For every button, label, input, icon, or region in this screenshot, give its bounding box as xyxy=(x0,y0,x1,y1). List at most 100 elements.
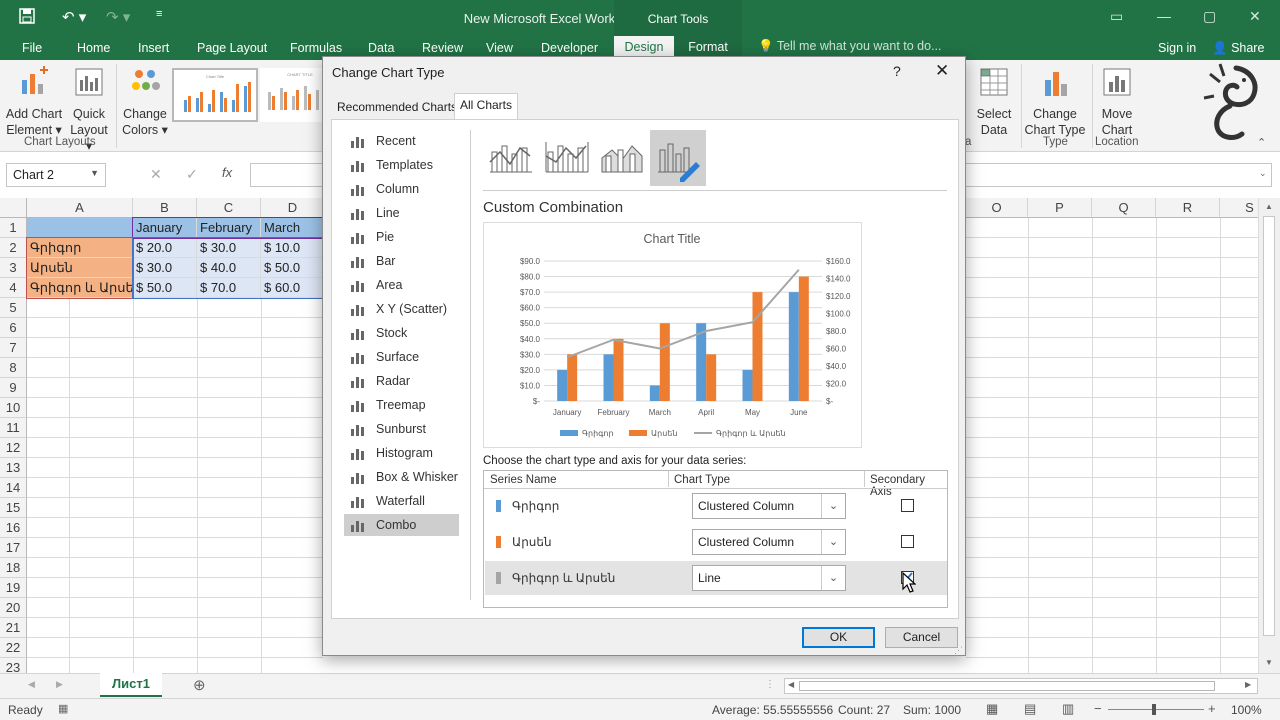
move-chart-button[interactable]: Move Chart xyxy=(1094,62,1140,138)
add-sheet-icon[interactable]: ⊕ xyxy=(193,676,206,694)
row-header[interactable]: 22 xyxy=(0,638,27,658)
add-chart-element-button[interactable]: Add Chart Element ▾ xyxy=(4,62,64,138)
chart-category-bar[interactable]: Bar xyxy=(344,250,459,272)
insert-function-icon[interactable]: fx xyxy=(222,165,232,180)
row-header[interactable]: 19 xyxy=(0,578,27,598)
ribbon-display-icon[interactable]: ▭ xyxy=(1110,8,1123,25)
hscroll-thumb[interactable] xyxy=(799,681,1215,691)
chart-type-dropdown[interactable]: Clustered Column ⌄ xyxy=(692,529,846,555)
row-header[interactable]: 1 xyxy=(0,218,27,238)
row-header[interactable]: 2 xyxy=(0,238,27,258)
chart-category-surface[interactable]: Surface xyxy=(344,346,459,368)
zoom-in-icon[interactable]: + xyxy=(1208,701,1216,716)
chevron-down-icon[interactable]: ⌄ xyxy=(821,494,845,518)
split-handle-icon[interactable]: ⋮ xyxy=(765,679,775,690)
enter-formula-icon[interactable]: ✓ xyxy=(186,166,198,183)
column-header-q[interactable]: Q xyxy=(1092,198,1156,218)
ok-button[interactable]: OK xyxy=(802,627,875,648)
close-dialog-button[interactable]: ✕ xyxy=(935,61,949,81)
row-header[interactable]: 18 xyxy=(0,558,27,578)
chart-category-sunburst[interactable]: Sunburst xyxy=(344,418,459,440)
tab-page-layout[interactable]: Page Layout xyxy=(193,39,271,60)
cancel-button[interactable]: Cancel xyxy=(885,627,958,648)
row-header[interactable]: 23 xyxy=(0,658,27,673)
row-header[interactable]: 14 xyxy=(0,478,27,498)
row-header[interactable]: 6 xyxy=(0,318,27,338)
zoom-level[interactable]: 100% xyxy=(1231,703,1262,717)
minimize-icon[interactable]: — xyxy=(1157,8,1171,24)
prev-sheet-icon[interactable]: ◀ xyxy=(28,679,35,690)
cancel-formula-icon[interactable]: ✕ xyxy=(150,166,162,183)
column-header-o[interactable]: O xyxy=(966,198,1028,218)
row-header[interactable]: 15 xyxy=(0,498,27,518)
combo-column-line-secondary-button[interactable] xyxy=(538,130,594,186)
help-button[interactable]: ? xyxy=(893,63,901,79)
select-data-button[interactable]: Select Data xyxy=(972,62,1016,138)
row-header[interactable]: 21 xyxy=(0,618,27,638)
resize-grip-icon[interactable]: ⋰ xyxy=(954,645,963,656)
tab-recommended-charts[interactable]: Recommended Charts xyxy=(331,95,463,119)
empty-cells[interactable] xyxy=(966,218,1258,673)
secondary-axis-checkbox[interactable] xyxy=(901,499,914,512)
zoom-slider[interactable] xyxy=(1108,709,1204,710)
chart-category-area[interactable]: Area xyxy=(344,274,459,296)
row-header[interactable]: 5 xyxy=(0,298,27,318)
scroll-right-icon[interactable]: ▶ xyxy=(1245,680,1251,689)
column-header-d[interactable]: D xyxy=(261,198,325,218)
chart-category-waterfall[interactable]: Waterfall xyxy=(344,490,459,512)
cell-a1[interactable] xyxy=(27,218,133,238)
chart-category-x-y-scatter[interactable]: X Y (Scatter) xyxy=(344,298,459,320)
chart-type-dropdown[interactable]: Clustered Column ⌄ xyxy=(692,493,846,519)
name-box[interactable]: Chart 2 ▼ xyxy=(6,163,106,187)
vertical-scrollbar[interactable]: ▲ ▼ xyxy=(1258,198,1280,673)
zoom-out-icon[interactable]: − xyxy=(1094,701,1102,716)
macro-record-icon[interactable]: ▦ xyxy=(58,702,68,715)
chart-category-combo[interactable]: Combo xyxy=(344,514,459,536)
page-layout-view-icon[interactable]: ▤ xyxy=(1024,701,1036,717)
chevron-down-icon[interactable]: ▼ xyxy=(90,168,99,178)
chevron-down-icon[interactable]: ⌄ xyxy=(821,566,845,590)
chart-category-templates[interactable]: Templates xyxy=(344,154,459,176)
expand-formula-bar-icon[interactable]: ⌄ xyxy=(1259,168,1267,179)
row-header[interactable]: 8 xyxy=(0,358,27,378)
row-header[interactable]: 7 xyxy=(0,338,27,358)
chart-category-line[interactable]: Line xyxy=(344,202,459,224)
chart-category-stock[interactable]: Stock xyxy=(344,322,459,344)
combo-clustered-column-line-button[interactable] xyxy=(482,130,538,186)
zoom-slider-thumb[interactable] xyxy=(1152,704,1156,715)
horizontal-scrollbar[interactable]: ◀ ▶ xyxy=(784,678,1258,694)
scroll-left-icon[interactable]: ◀ xyxy=(788,680,794,689)
row-header[interactable]: 12 xyxy=(0,438,27,458)
chart-category-box-whisker[interactable]: Box & Whisker xyxy=(344,466,459,488)
chart-style-2-thumbnail[interactable]: CHART TITLE xyxy=(260,68,322,122)
secondary-axis-checkbox[interactable] xyxy=(901,535,914,548)
tab-home[interactable]: Home xyxy=(73,39,114,60)
row-header[interactable]: 17 xyxy=(0,538,27,558)
scroll-up-icon[interactable]: ▲ xyxy=(1265,202,1273,211)
close-window-icon[interactable]: ✕ xyxy=(1249,8,1261,25)
collapse-ribbon-icon[interactable]: ⌃ xyxy=(1257,136,1266,149)
column-header-a[interactable]: A xyxy=(27,198,133,218)
tell-me-box[interactable]: 💡 Tell me what you want to do... xyxy=(758,39,942,54)
row-header[interactable]: 3 xyxy=(0,258,27,278)
sheet-tab-list1[interactable]: Лист1 xyxy=(100,673,162,697)
row-header[interactable]: 4 xyxy=(0,278,27,298)
chart-type-dropdown[interactable]: Line ⌄ xyxy=(692,565,846,591)
scrollbar-thumb[interactable] xyxy=(1263,216,1275,636)
series-row[interactable]: Գրիգոր և Արսեն Line ⌄ xyxy=(485,561,947,595)
row-header[interactable]: 20 xyxy=(0,598,27,618)
chart-style-1-thumbnail[interactable]: Chart Title xyxy=(172,68,258,122)
page-break-view-icon[interactable]: ▥ xyxy=(1062,701,1074,717)
series-row[interactable]: Գրիգոր Clustered Column ⌄ xyxy=(485,489,947,523)
chart-category-radar[interactable]: Radar xyxy=(344,370,459,392)
column-header-r[interactable]: R xyxy=(1156,198,1220,218)
empty-cells[interactable] xyxy=(27,298,323,673)
row-header[interactable]: 9 xyxy=(0,378,27,398)
change-colors-button[interactable]: Change Colors ▾ xyxy=(120,62,170,138)
share-button[interactable]: 👤 Share xyxy=(1208,39,1268,60)
scroll-down-icon[interactable]: ▼ xyxy=(1265,658,1273,667)
chevron-down-icon[interactable]: ⌄ xyxy=(821,530,845,554)
chart-category-column[interactable]: Column xyxy=(344,178,459,200)
change-chart-type-button[interactable]: Change Chart Type xyxy=(1024,62,1086,138)
row-header[interactable]: 16 xyxy=(0,518,27,538)
